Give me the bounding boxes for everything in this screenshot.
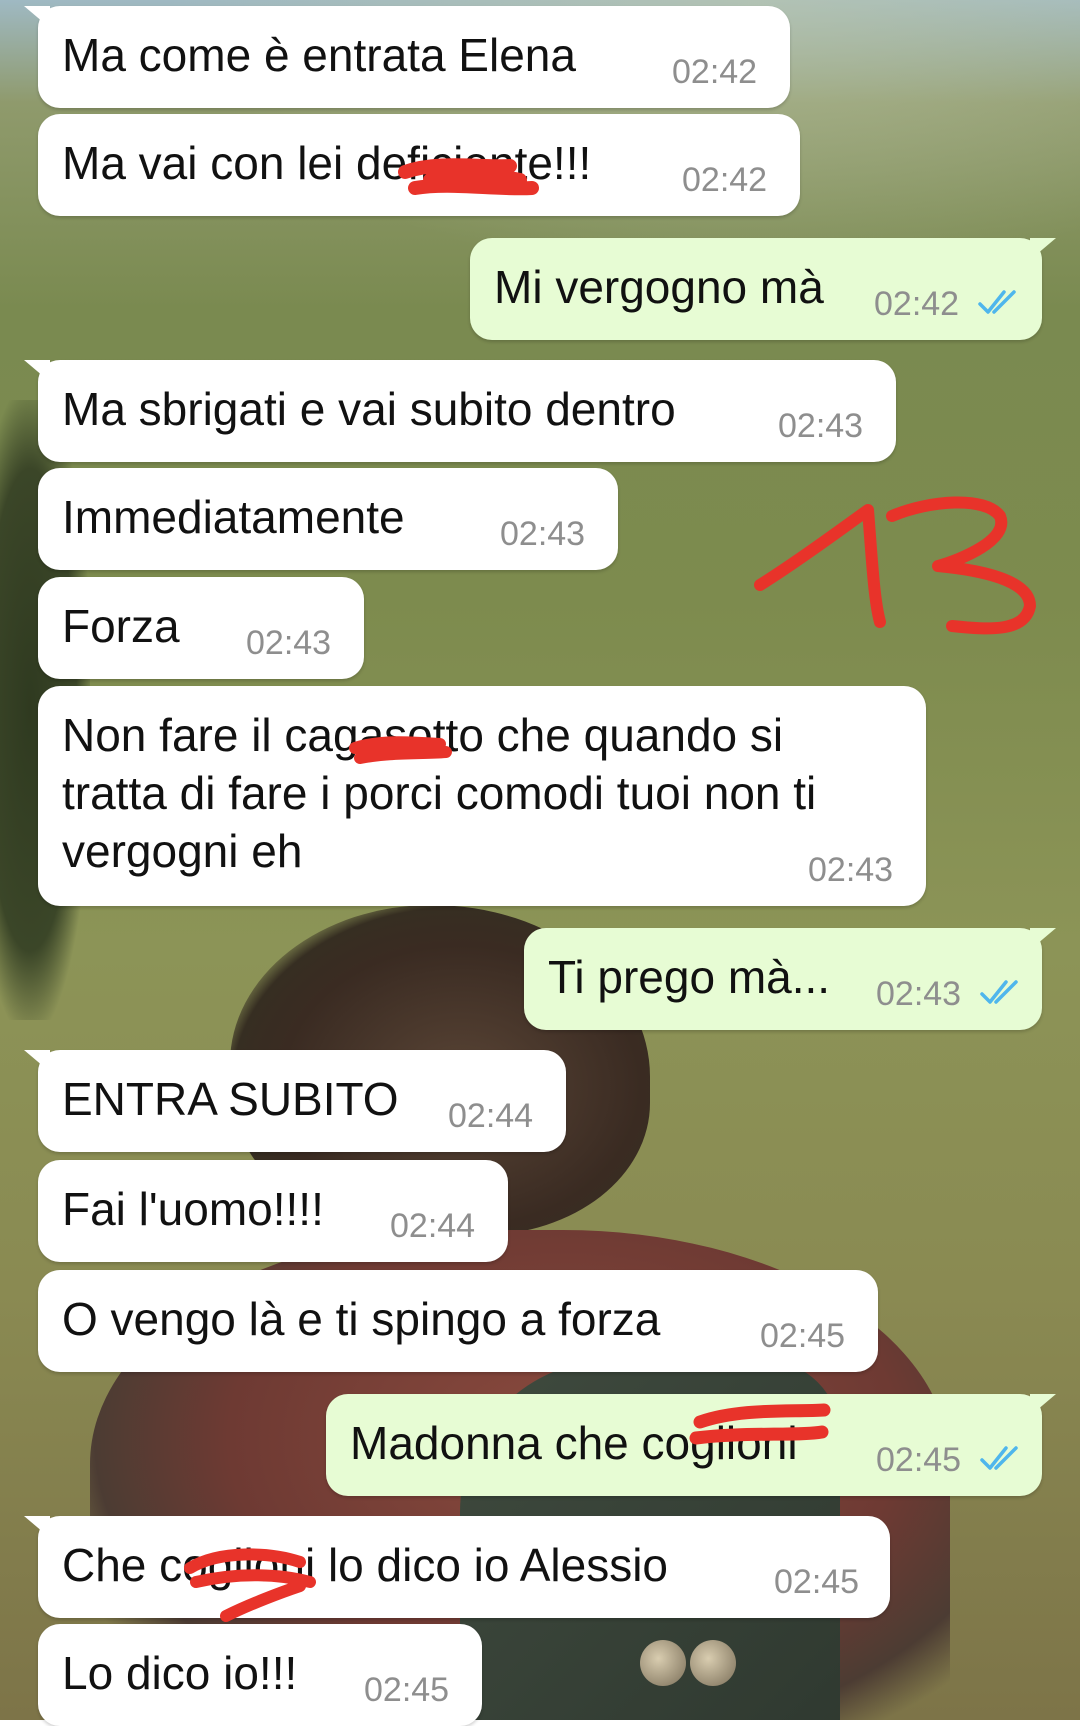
message-bubble-incoming[interactable]: ENTRA SUBITO 02:44: [24, 1050, 566, 1152]
message-bubble-incoming[interactable]: Ma vai con lei deficiente!!! 02:42: [38, 114, 800, 216]
message-bubble-incoming[interactable]: O vengo là e ti spingo a forza 02:45: [38, 1270, 878, 1372]
bubble-tail: [1030, 928, 1056, 950]
message-bubble-incoming[interactable]: Non fare il cagasotto che quando si trat…: [38, 686, 926, 906]
read-ticks-icon: [980, 1446, 1018, 1470]
message-bubble-outgoing[interactable]: Madonna che coglioni 02:45: [326, 1394, 1056, 1496]
read-ticks-icon: [978, 290, 1016, 314]
message-timestamp: 02:45: [876, 1441, 962, 1479]
message-timestamp: 02:45: [760, 1317, 846, 1355]
message-text: Ma come è entrata Elena: [62, 29, 576, 81]
message-text: Fai l'uomo!!!!: [62, 1183, 324, 1235]
message-text: Forza: [62, 600, 180, 652]
message-text-line: vergogni eh: [62, 825, 303, 877]
message-timestamp: 02:42: [874, 285, 960, 323]
bubble-tail: [1030, 238, 1056, 260]
bubble-tail: [24, 6, 50, 28]
message-timestamp: 02:43: [778, 407, 864, 445]
bubble-tail: [24, 1516, 50, 1538]
message-text: Ma sbrigati e vai subito dentro: [62, 383, 676, 435]
message-text-line: Non fare il cagasotto che quando si: [62, 709, 784, 761]
message-text: Madonna che coglioni: [350, 1417, 798, 1469]
message-timestamp: 02:42: [672, 53, 758, 91]
message-bubble-incoming[interactable]: Che coglioni lo dico io Alessio 02:45: [24, 1516, 890, 1618]
message-bubble-incoming[interactable]: Forza 02:43: [38, 577, 364, 679]
message-text: O vengo là e ti spingo a forza: [62, 1293, 661, 1345]
message-timestamp: 02:44: [448, 1097, 534, 1135]
message-timestamp: 02:43: [246, 624, 332, 662]
message-timestamp: 02:42: [682, 161, 768, 199]
message-text: ENTRA SUBITO: [62, 1073, 399, 1125]
message-bubble-outgoing[interactable]: Ti prego mà... 02:43: [524, 928, 1056, 1030]
read-ticks-icon: [980, 980, 1018, 1004]
message-text: Ma vai con lei deficiente!!!: [62, 137, 592, 189]
message-bubble-outgoing[interactable]: Mi vergogno mà 02:42: [470, 238, 1056, 340]
message-timestamp: 02:45: [364, 1671, 450, 1709]
message-text: Che coglioni lo dico io Alessio: [62, 1539, 669, 1591]
message-text: Ti prego mà...: [548, 951, 831, 1003]
message-bubble-incoming[interactable]: Lo dico io!!! 02:45: [38, 1624, 482, 1726]
bubble-tail: [1030, 1394, 1056, 1416]
message-bubble-incoming[interactable]: Ma come è entrata Elena 02:42: [24, 6, 790, 108]
message-text: Immediatamente: [62, 491, 405, 543]
message-timestamp: 02:43: [808, 851, 894, 889]
message-bubble-incoming[interactable]: Immediatamente 02:43: [38, 468, 618, 570]
message-timestamp: 02:45: [774, 1563, 860, 1601]
message-timestamp: 02:43: [500, 515, 586, 553]
message-bubble-incoming[interactable]: Fai l'uomo!!!! 02:44: [38, 1160, 508, 1262]
message-timestamp: 02:44: [390, 1207, 476, 1245]
wallpaper-pin: [690, 1640, 736, 1686]
message-timestamp: 02:43: [876, 975, 962, 1013]
message-text-line: tratta di fare i porci comodi tuoi non t…: [62, 767, 817, 819]
message-bubble-incoming[interactable]: Ma sbrigati e vai subito dentro 02:43: [24, 360, 896, 462]
message-text: Mi vergogno mà: [494, 261, 824, 313]
bubble-tail: [24, 360, 50, 382]
wallpaper-pin: [640, 1640, 686, 1686]
message-text: Lo dico io!!!: [62, 1647, 298, 1699]
bubble-tail: [24, 1050, 50, 1072]
